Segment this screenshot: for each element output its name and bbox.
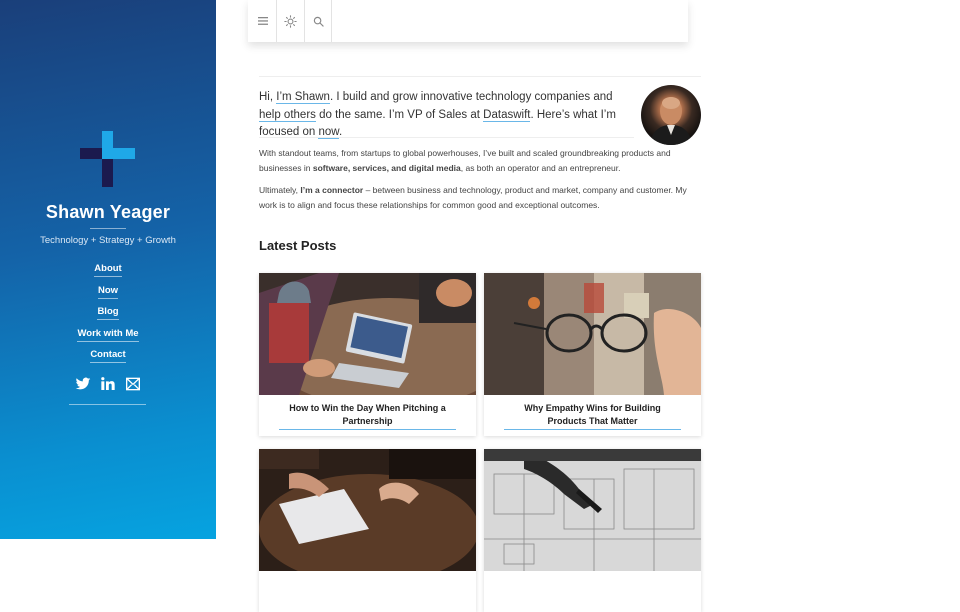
link-im-shawn[interactable]: I’m Shawn xyxy=(276,91,330,104)
post-image[interactable] xyxy=(259,449,476,571)
post-card[interactable] xyxy=(484,449,701,612)
nav-label[interactable]: About xyxy=(94,263,122,277)
post-card[interactable] xyxy=(259,449,476,612)
menu-icon xyxy=(257,17,268,25)
post-card[interactable]: Why Empathy Wins for Building Products T… xyxy=(484,273,701,436)
post-image[interactable] xyxy=(484,273,701,395)
link-dataswift[interactable]: Dataswift xyxy=(483,108,531,122)
twitter-icon[interactable] xyxy=(75,376,91,392)
linkedin-icon[interactable] xyxy=(100,376,116,392)
site-logo[interactable] xyxy=(80,131,135,187)
search-icon xyxy=(313,16,324,27)
nav-label[interactable]: Now xyxy=(97,285,119,299)
divider xyxy=(259,76,701,77)
post-title[interactable]: How to Win the Day When Pitching a Partn… xyxy=(279,402,456,430)
nav-label[interactable]: Contact xyxy=(90,349,126,363)
nav-item-about[interactable]: About xyxy=(0,258,216,280)
latest-posts-heading: Latest Posts xyxy=(259,238,337,253)
divider xyxy=(69,404,146,405)
menu-button[interactable] xyxy=(249,0,276,42)
nav-label[interactable]: Blog xyxy=(97,306,119,320)
nav-item-blog[interactable]: Blog xyxy=(0,301,216,323)
avatar xyxy=(641,85,701,145)
bio-paragraph: Ultimately, I’m a connector – between bu… xyxy=(259,185,687,210)
intro-text: Hi, I’m Shawn. I build and grow innovati… xyxy=(259,91,616,139)
post-card[interactable]: How to Win the Day When Pitching a Partn… xyxy=(259,273,476,436)
post-image[interactable] xyxy=(259,273,476,395)
divider xyxy=(90,228,126,229)
nav-item-contact[interactable]: Contact xyxy=(0,344,216,366)
email-icon[interactable] xyxy=(125,376,141,392)
social-links xyxy=(69,376,146,400)
site-name[interactable]: Shawn Yeager xyxy=(0,202,216,223)
post-image[interactable] xyxy=(484,449,701,571)
bio-paragraph: With standout teams, from startups to gl… xyxy=(259,148,671,173)
divider xyxy=(259,137,634,138)
search-button[interactable] xyxy=(305,0,332,42)
theme-toggle-button[interactable] xyxy=(277,0,304,42)
brightness-icon xyxy=(284,14,297,28)
sidebar: Shawn Yeager Technology + Strategy + Gro… xyxy=(0,0,216,539)
link-help-others[interactable]: help others xyxy=(259,108,316,122)
nav-item-work-with-me[interactable]: Work with Me xyxy=(0,323,216,345)
site-tagline: Technology + Strategy + Growth xyxy=(40,235,176,246)
nav-item-now[interactable]: Now xyxy=(0,280,216,302)
sidebar-nav: About Now Blog Work with Me Contact xyxy=(0,258,216,366)
post-title[interactable]: Why Empathy Wins for Building Products T… xyxy=(504,402,681,430)
top-toolbar xyxy=(248,0,688,42)
nav-label[interactable]: Work with Me xyxy=(77,328,139,342)
